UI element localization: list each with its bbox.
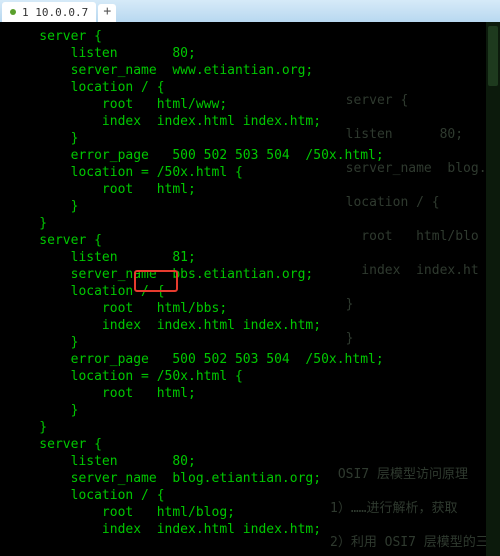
new-tab-button[interactable]: + xyxy=(98,4,116,22)
status-dot-icon xyxy=(10,9,16,15)
tab-label: 1 10.0.0.7 xyxy=(22,6,88,19)
scrollbar-thumb[interactable] xyxy=(488,26,498,86)
code-block: server { listen 80; server_name www.etia… xyxy=(0,22,500,556)
terminal-content[interactable]: server { listen 80; server_name blog.e l… xyxy=(0,22,500,556)
tab-session-1[interactable]: 1 10.0.0.7 xyxy=(2,2,96,22)
vertical-scrollbar[interactable] xyxy=(486,22,500,556)
terminal-window: 1 10.0.0.7 + server { listen 80; server_… xyxy=(0,0,500,556)
tab-bar: 1 10.0.0.7 + xyxy=(0,0,500,22)
